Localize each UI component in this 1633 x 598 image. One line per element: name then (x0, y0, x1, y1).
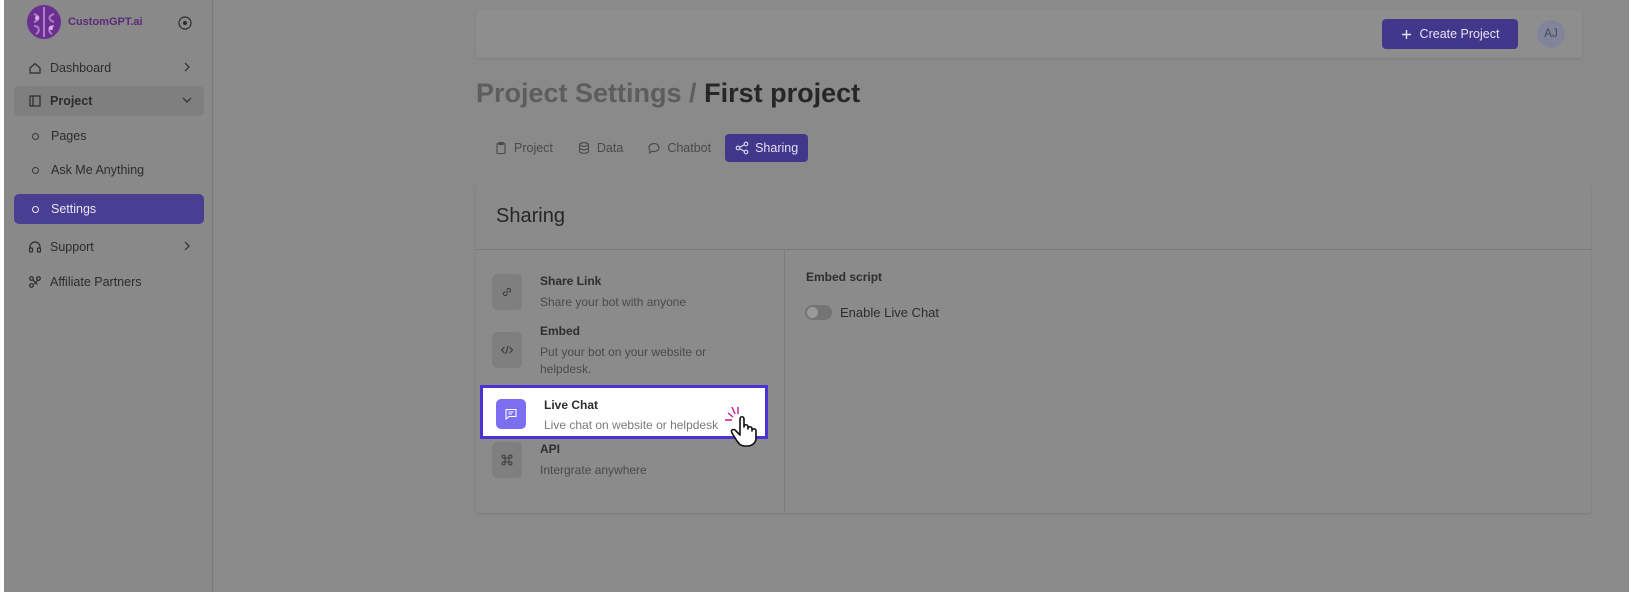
option-description: Put your bot on your website or helpdesk… (540, 345, 707, 376)
chevron-right-icon (184, 62, 190, 72)
share-option-api[interactable]: API Intergrate anywhere (476, 438, 764, 492)
option-description: Live chat on website or helpdesk (544, 418, 719, 432)
option-title: API (540, 442, 561, 456)
command-icon (501, 454, 513, 466)
sharing-card: Sharing Share Link Share your bot with a… (476, 183, 1591, 513)
chevron-down-icon (182, 97, 192, 103)
sidebar-item-label: Project (50, 94, 93, 108)
dot-icon (32, 205, 39, 213)
sidebar-item-label: Ask Me Anything (51, 163, 145, 177)
share-icon (735, 141, 749, 155)
link-icon (502, 287, 512, 297)
clipboard-icon (496, 141, 506, 155)
project-icon (29, 95, 41, 107)
tab-project[interactable]: Project (484, 134, 563, 162)
sharing-title: Sharing (496, 205, 565, 227)
page-title: Project Settings / First project (476, 78, 860, 109)
tile (492, 332, 522, 368)
app-frame: CustomGPT.ai Dashboard Project Pages Ask… (4, 0, 1629, 592)
sidebar-item-label: Pages (51, 129, 87, 143)
chat-icon (648, 143, 660, 155)
sidebar-item-label: Dashboard (50, 61, 112, 75)
sidebar-item-dashboard[interactable]: Dashboard (14, 53, 204, 83)
headset-icon (28, 241, 42, 253)
message-icon (505, 408, 517, 421)
collapse-sidebar-icon[interactable] (178, 16, 192, 30)
sidebar-item-ask-me-anything[interactable]: Ask Me Anything (14, 155, 204, 185)
create-project-label: Create Project (1419, 27, 1500, 41)
sidebar-item-settings[interactable]: Settings (14, 194, 204, 224)
sidebar-item-pages[interactable]: Pages (14, 121, 204, 151)
database-icon (578, 142, 589, 154)
enable-live-chat-toggle[interactable] (805, 305, 832, 320)
sidebar-item-label: Affiliate Partners (50, 275, 142, 289)
sidebar-item-label: Support (50, 240, 94, 254)
settings-tabs: Project Data Chatbot Sharing (484, 134, 809, 162)
dot-icon (32, 132, 39, 140)
page-title-project: First project (704, 78, 861, 108)
option-description: Intergrate anywhere (540, 463, 647, 477)
sidebar-item-affiliate-partners[interactable]: Affiliate Partners (14, 267, 204, 297)
tab-label: Chatbot (667, 141, 712, 155)
option-title: Live Chat (544, 398, 599, 412)
tab-label: Sharing (755, 141, 799, 155)
tab-sharing[interactable]: Sharing (725, 134, 809, 162)
sidebar-item-label: Settings (51, 202, 97, 216)
hand-pointer-cursor-icon (725, 406, 757, 447)
avatar[interactable]: AJ (1537, 20, 1565, 48)
tab-data[interactable]: Data (567, 134, 633, 162)
option-title: Share Link (540, 274, 602, 288)
share-option-share-link[interactable]: Share Link Share your bot with anyone (476, 270, 764, 324)
brain-logo-icon (27, 5, 61, 39)
affiliate-icon (29, 276, 41, 288)
card-divider (476, 249, 1591, 250)
create-project-button[interactable]: Create Project (1382, 19, 1518, 49)
share-option-embed[interactable]: Embed Put your bot on your website or he… (476, 320, 764, 376)
sidebar-item-support[interactable]: Support (14, 232, 204, 262)
brand-name: CustomGPT.ai (68, 16, 143, 28)
sidebar: CustomGPT.ai Dashboard Project Pages Ask… (4, 0, 213, 592)
tab-label: Project (514, 141, 553, 155)
embed-script-label: Embed script (806, 270, 883, 284)
tab-chatbot[interactable]: Chatbot (637, 134, 721, 162)
option-title: Embed (540, 324, 581, 338)
tile (492, 274, 522, 310)
tile (492, 442, 522, 478)
toggle-knob (807, 307, 818, 318)
column-divider (784, 250, 785, 513)
page-title-prefix: Project Settings / (476, 78, 697, 108)
plus-icon (1401, 29, 1411, 39)
tile (496, 399, 526, 429)
sidebar-item-project[interactable]: Project (14, 86, 204, 116)
dot-icon (32, 166, 39, 174)
enable-live-chat-label: Enable Live Chat (840, 305, 940, 320)
tab-label: Data (596, 141, 624, 155)
chevron-right-icon (184, 241, 190, 251)
home-icon (29, 62, 41, 74)
code-icon (500, 345, 514, 355)
option-description: Share your bot with anyone (540, 295, 687, 309)
brand[interactable]: CustomGPT.ai (26, 4, 143, 40)
